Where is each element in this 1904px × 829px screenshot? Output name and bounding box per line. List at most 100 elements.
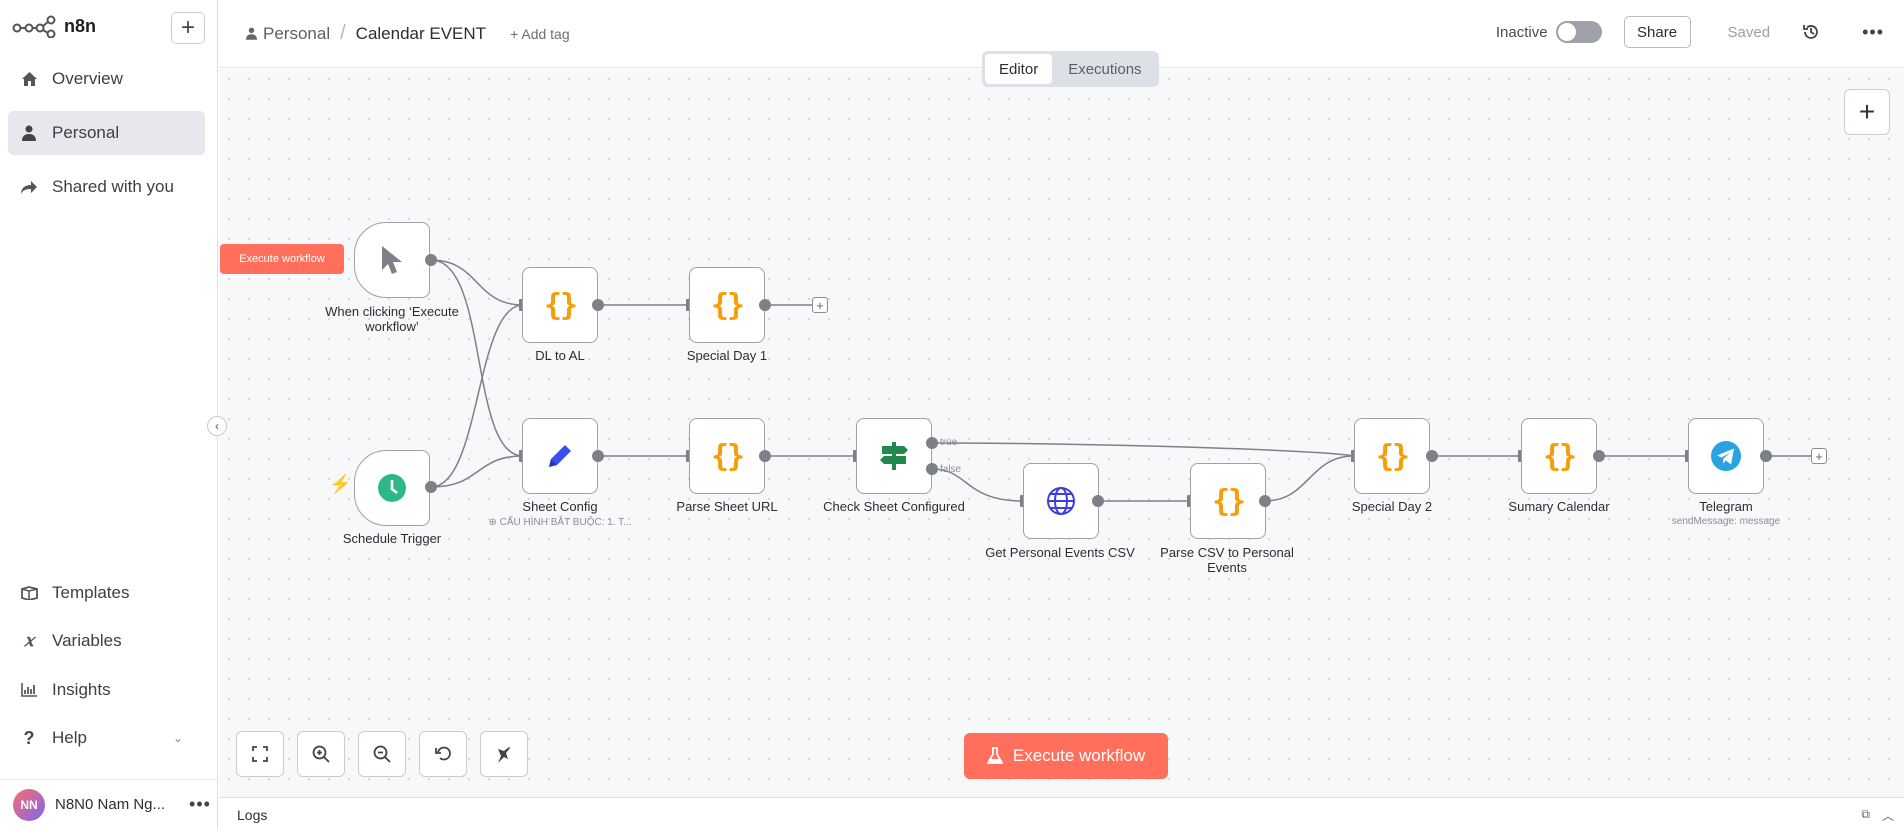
nav-templates-label: Templates (52, 583, 130, 602)
code-braces-icon: {} (543, 287, 578, 323)
node-sheet-config[interactable] (522, 418, 598, 494)
node-label: Parse Sheet URL (676, 499, 778, 514)
brand-logo[interactable]: n8n (12, 14, 96, 38)
breadcrumb-separator: / (340, 22, 346, 44)
nav-personal[interactable]: Personal (8, 111, 205, 155)
zoom-out-button[interactable] (358, 731, 406, 777)
tidy-up-button[interactable] (480, 731, 528, 777)
output-port[interactable] (425, 481, 437, 493)
node-special-day-1[interactable]: {} (689, 267, 765, 343)
execute-workflow-trigger-button[interactable]: Execute workflow (220, 244, 344, 274)
node-parse-sheet-url[interactable]: {} (689, 418, 765, 494)
nav-variables-label: Variables (52, 631, 122, 650)
branch-true-label: true (940, 437, 958, 448)
tab-editor[interactable]: Editor (985, 54, 1053, 84)
add-node-button[interactable]: + (1844, 89, 1890, 135)
more-options-icon[interactable]: ••• (1862, 22, 1884, 43)
output-port[interactable] (1593, 450, 1605, 462)
zoom-in-icon (312, 745, 330, 763)
logs-label: Logs (237, 807, 268, 823)
node-special-day-2[interactable]: {} (1354, 418, 1430, 494)
nav-overview[interactable]: Overview (8, 57, 205, 101)
connections (430, 259, 1811, 502)
node-label: Get Personal Events CSV (985, 545, 1135, 560)
execute-workflow-button[interactable]: Execute workflow (964, 733, 1168, 779)
fit-view-button[interactable] (236, 731, 284, 777)
node-label: Sumary Calendar (1508, 499, 1610, 514)
add-next-node-button[interactable]: + (812, 297, 828, 313)
breadcrumb: Personal / Calendar EVENT + Add tag (246, 22, 570, 45)
nav-personal-label: Personal (52, 123, 120, 142)
output-port[interactable] (592, 450, 604, 462)
user-menu[interactable]: NN N8N0 Nam Ng... ••• (0, 779, 218, 829)
node-label: Check Sheet Configured (823, 499, 965, 514)
output-port[interactable] (759, 450, 771, 462)
breadcrumb-project[interactable]: Personal (246, 24, 330, 44)
active-status-label: Inactive (1495, 23, 1548, 41)
add-next-node-button[interactable]: + (1811, 448, 1827, 464)
nav-insights[interactable]: Insights (8, 670, 205, 710)
output-port[interactable] (1760, 450, 1772, 462)
active-toggle[interactable] (1555, 21, 1602, 43)
node-manual-trigger[interactable] (354, 222, 430, 298)
create-new-button[interactable]: + (171, 12, 205, 44)
reset-zoom-button[interactable] (419, 731, 467, 777)
node-label: Schedule Trigger (342, 531, 442, 546)
avatar: NN (13, 788, 45, 821)
branch-false-label: false (940, 464, 962, 475)
user-icon (246, 27, 257, 40)
node-label: Sheet Config (522, 499, 598, 514)
code-braces-icon: {} (710, 438, 745, 474)
user-more-icon[interactable]: ••• (189, 794, 211, 815)
output-port-false[interactable] (926, 463, 938, 475)
n8n-logo-icon (12, 15, 56, 38)
node-dl-to-al[interactable]: {} (522, 267, 598, 343)
add-tag-button[interactable]: + Add tag (510, 26, 570, 42)
node-sublabel-text: CẤU HÌNH BẮT BUỘC: 1. T... (499, 517, 632, 528)
node-label: Special Day 2 (1351, 499, 1433, 514)
chevron-up-icon[interactable]: ︿ (1882, 807, 1894, 824)
user-name: N8N0 Nam Ng... (55, 796, 166, 813)
output-port[interactable] (1259, 495, 1271, 507)
share-button[interactable]: Share (1623, 16, 1691, 48)
nav-insights-label: Insights (52, 680, 111, 699)
fit-view-icon (252, 746, 268, 762)
node-summary-calendar[interactable]: {} (1521, 418, 1597, 494)
zoom-in-button[interactable] (297, 731, 345, 777)
workflow-name[interactable]: Calendar EVENT (356, 24, 486, 44)
code-braces-icon: {} (1542, 438, 1577, 474)
pencil-icon (549, 445, 571, 467)
output-port[interactable] (1092, 495, 1104, 507)
signpost-icon (880, 442, 908, 470)
nav-templates[interactable]: Templates (8, 573, 205, 613)
user-icon (20, 124, 38, 142)
logs-panel[interactable]: Logs ⧉ ︿ (219, 797, 1904, 829)
node-label: DL to AL (535, 348, 585, 363)
output-port-true[interactable] (926, 437, 938, 449)
node-parse-csv[interactable]: {} (1190, 463, 1266, 539)
box-icon (20, 584, 38, 602)
output-port[interactable] (1426, 450, 1438, 462)
tab-executions[interactable]: Executions (1054, 54, 1155, 84)
flask-icon (986, 747, 1003, 764)
chevron-down-icon[interactable]: ⌄ (173, 731, 183, 745)
output-port[interactable] (425, 254, 437, 266)
workflow-canvas[interactable]: Execute workflow ⚡ When clicking ‘Execut… (219, 69, 1904, 797)
clock-icon (378, 474, 406, 502)
nav-shared[interactable]: Shared with you (8, 165, 205, 209)
nav-help[interactable]: ? Help ⌄ (8, 718, 205, 758)
node-schedule-trigger[interactable] (354, 450, 430, 526)
popout-icon[interactable]: ⧉ (1861, 807, 1870, 822)
node-telegram[interactable] (1688, 418, 1764, 494)
output-port[interactable] (592, 299, 604, 311)
output-port[interactable] (759, 299, 771, 311)
node-get-personal-events-csv[interactable] (1023, 463, 1099, 539)
node-check-sheet-configured[interactable] (856, 418, 932, 494)
brand-name: n8n (64, 15, 97, 36)
share-icon (20, 178, 38, 196)
zoom-controls (236, 731, 528, 777)
nav-variables[interactable]: 𝑥 Variables (8, 621, 205, 661)
info-icon: ⊕ (488, 517, 500, 528)
collapse-sidebar-button[interactable]: ‹ (207, 416, 227, 436)
history-icon[interactable] (1802, 23, 1822, 41)
